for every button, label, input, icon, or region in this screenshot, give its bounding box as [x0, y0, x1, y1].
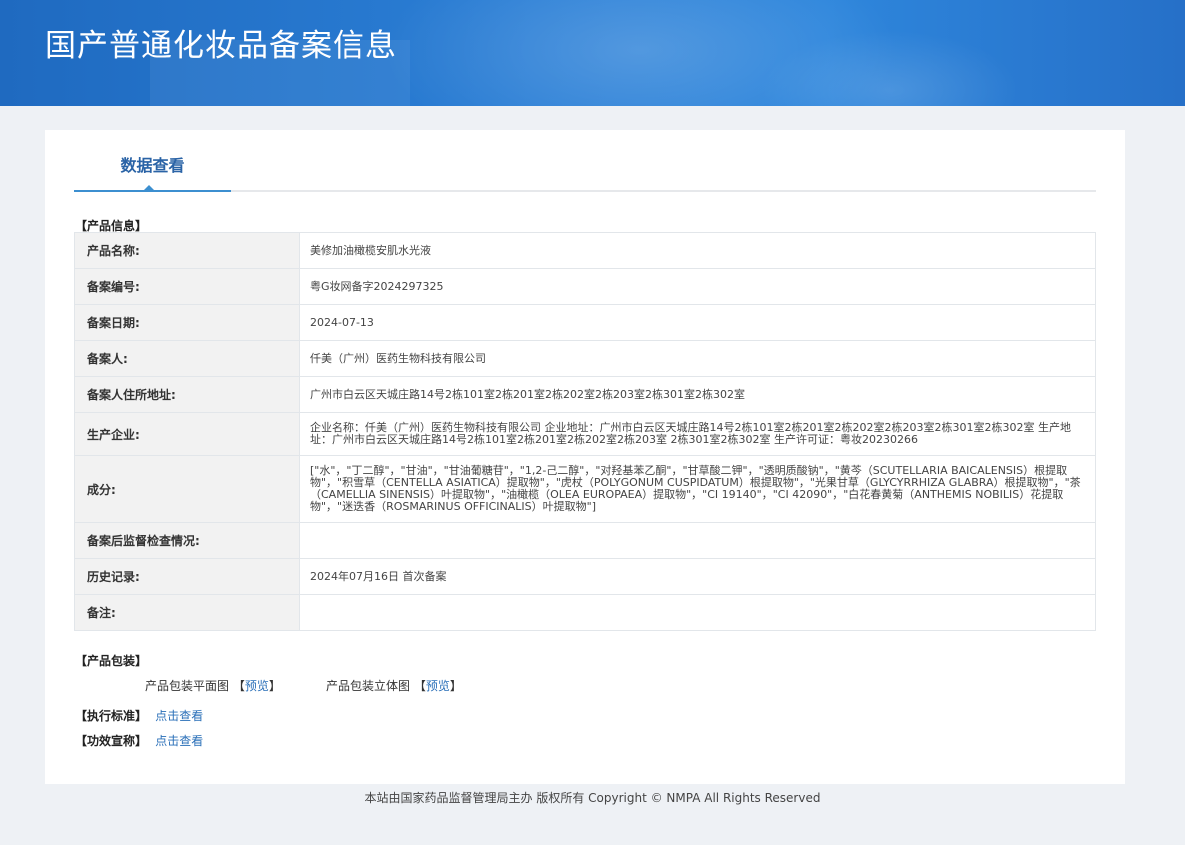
preview-solid-link[interactable]: 预览	[426, 679, 450, 693]
page-title: 国产普通化妆品备案信息	[45, 28, 397, 64]
field-label: 成分:	[74, 455, 300, 523]
tab-label: 数据查看	[120, 156, 185, 175]
header-banner: 国产普通化妆品备案信息	[0, 0, 1185, 106]
efficacy-label: 【功效宣称】	[75, 734, 148, 748]
table-row: 备案人住所地址: 广州市白云区天城庄路14号2栋101室2栋201室2栋202室2…	[74, 376, 1096, 413]
field-value: 广州市白云区天城庄路14号2栋101室2栋201室2栋202室2栋203室2栋3…	[299, 376, 1096, 413]
field-label: 生产企业:	[74, 412, 300, 456]
package-solid: 产品包装立体图 【预览】	[326, 677, 462, 694]
table-row: 历史记录: 2024年07月16日 首次备案	[74, 558, 1096, 595]
field-label: 备案人住所地址:	[74, 376, 300, 413]
package-heading: 【产品包装】	[75, 654, 148, 668]
field-value: 仟美（广州）医药生物科技有限公司	[299, 340, 1096, 377]
package-flat: 产品包装平面图 【预览】	[145, 677, 281, 694]
table-row: 成分: ["水"，"丁二醇"，"甘油"，"甘油葡糖苷"，"1,2-己二醇"，"对羟…	[74, 455, 1096, 523]
standard-view-link[interactable]: 点击查看	[155, 709, 203, 723]
bracket: 】	[268, 679, 281, 693]
field-value: 2024年07月16日 首次备案	[299, 558, 1096, 595]
field-value: 粤G妆网备字2024297325	[299, 268, 1096, 305]
field-label: 历史记录:	[74, 558, 300, 595]
bracket: 【	[413, 679, 426, 693]
table-row: 备案后监督检查情况:	[74, 522, 1096, 559]
field-label: 备案人:	[74, 340, 300, 377]
package-flat-label: 产品包装平面图	[145, 679, 230, 693]
field-label: 备案日期:	[74, 304, 300, 341]
efficacy-row: 【功效宣称】 点击查看	[75, 732, 203, 749]
field-value: 2024-07-13	[299, 304, 1096, 341]
table-row: 产品名称: 美修加油橄榄安肌水光液	[74, 232, 1096, 269]
table-row: 生产企业: 企业名称：仟美（广州）医药生物科技有限公司 企业地址：广州市白云区天城…	[74, 412, 1096, 456]
field-value	[299, 522, 1096, 559]
table-row: 备案人: 仟美（广州）医药生物科技有限公司	[74, 340, 1096, 377]
field-value: 美修加油橄榄安肌水光液	[299, 232, 1096, 269]
standard-row: 【执行标准】 点击查看	[75, 707, 203, 724]
tab-active-indicator	[143, 185, 155, 191]
footer: 本站由国家药品监督管理局主办 版权所有 Copyright © NMPA All…	[364, 791, 821, 805]
field-label: 备案后监督检查情况:	[74, 522, 300, 559]
product-info-table: 产品名称: 美修加油橄榄安肌水光液 备案编号: 粤G妆网备字2024297325 备案日…	[74, 232, 1096, 631]
table-row: 备案编号: 粤G妆网备字2024297325	[74, 268, 1096, 305]
table-row: 备注:	[74, 594, 1096, 631]
field-label: 备案编号:	[74, 268, 300, 305]
tab-data-view[interactable]: 数据查看	[74, 130, 231, 192]
table-row: 备案日期: 2024-07-13	[74, 304, 1096, 341]
standard-label: 【执行标准】	[75, 709, 148, 723]
bracket: 【	[232, 679, 245, 693]
field-label: 备注:	[74, 594, 300, 631]
content-card: 数据查看 【产品信息】 产品名称: 美修加油橄榄安肌水光液 备案编号: 粤G妆网备字2…	[45, 130, 1125, 784]
field-value: ["水"，"丁二醇"，"甘油"，"甘油葡糖苷"，"1,2-己二醇"，"对羟基苯乙…	[299, 455, 1096, 523]
tab-bar: 数据查看	[74, 130, 1096, 192]
package-solid-label: 产品包装立体图	[326, 679, 411, 693]
bracket: 】	[449, 679, 462, 693]
preview-flat-link[interactable]: 预览	[245, 679, 269, 693]
field-label: 产品名称:	[74, 232, 300, 269]
field-value: 企业名称：仟美（广州）医药生物科技有限公司 企业地址：广州市白云区天城庄路14号…	[299, 412, 1096, 456]
field-value	[299, 594, 1096, 631]
efficacy-view-link[interactable]: 点击查看	[155, 734, 203, 748]
